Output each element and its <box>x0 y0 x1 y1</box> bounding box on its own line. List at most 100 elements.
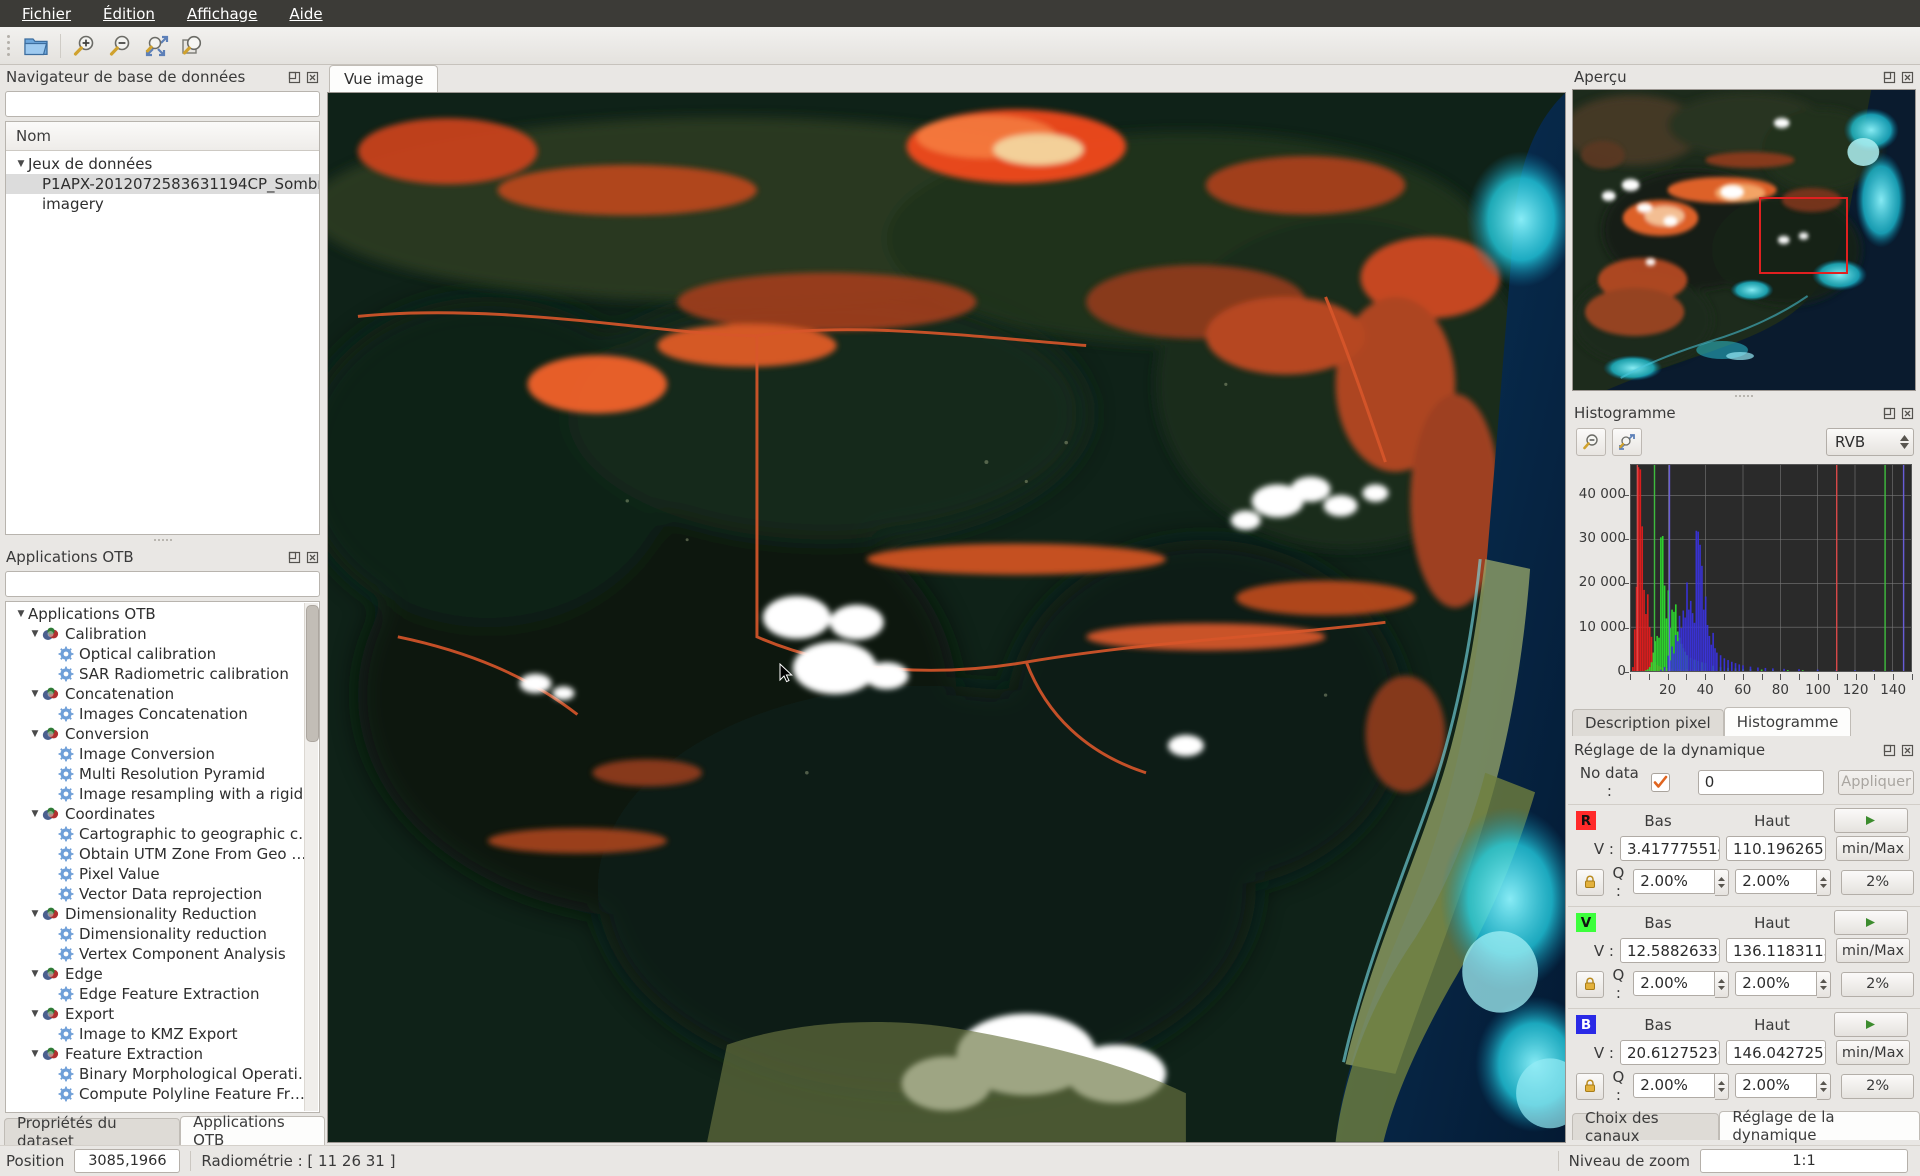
histogram-zoom-fit-icon[interactable] <box>1612 428 1642 456</box>
triangle-down-icon[interactable]: ▼ <box>28 684 42 704</box>
menu-edition[interactable]: Édition <box>87 2 171 26</box>
channel-low-quantile-spinner[interactable] <box>1715 1072 1730 1100</box>
channel-high-quantile-spinner[interactable] <box>1817 868 1832 896</box>
database-tree[interactable]: ▼ Jeux de données P1APX-2012072583631194CP… <box>6 151 319 214</box>
channel-low-quantile-spinner[interactable] <box>1715 970 1730 998</box>
channel-high-quantile-input[interactable]: 2.00% <box>1735 1072 1818 1098</box>
channel-low-value-input[interactable]: 3.4177755142 <box>1620 836 1720 861</box>
zoom-out-icon[interactable] <box>104 31 138 61</box>
no-data-value-input[interactable]: 0 <box>1697 769 1825 795</box>
tab-proprietes-dataset[interactable]: Propriétés du dataset <box>4 1114 181 1150</box>
otb-tree-item[interactable]: Dimensionality reduction <box>6 924 319 944</box>
right-splitter-handle[interactable] <box>1568 391 1920 401</box>
otb-tree-item[interactable]: ▼ Calibration <box>6 624 319 644</box>
triangle-down-icon[interactable]: ▼ <box>28 804 42 824</box>
db-tree-item[interactable]: P1APX-2012072583631194CP_Sombre <box>6 174 319 194</box>
close-icon[interactable] <box>1901 407 1914 420</box>
channel-high-quantile-input[interactable]: 2.00% <box>1735 868 1818 894</box>
zoom-level-value[interactable]: 1:1 <box>1700 1149 1908 1173</box>
otb-tree-item[interactable]: ▼ Concatenation <box>6 684 319 704</box>
channel-high-quantile-spinner[interactable] <box>1817 1072 1832 1100</box>
otb-tree-item[interactable]: Compute Polyline Feature Fr… <box>6 1084 319 1104</box>
zoom-in-icon[interactable] <box>68 31 102 61</box>
histogram-chart[interactable]: 0 10 000 20 000 30 000 40 000 20 40 60 80 100 120… <box>1574 460 1914 706</box>
otb-tree-item[interactable]: ▼ Conversion <box>6 724 319 744</box>
menu-affichage[interactable]: Affichage <box>171 2 273 26</box>
otb-tree-item[interactable]: Multi Resolution Pyramid <box>6 764 319 784</box>
tab-histogramme[interactable]: Histogramme <box>1723 707 1852 736</box>
apply-channel-button[interactable] <box>1834 808 1908 833</box>
channel-low-quantile-spinner[interactable] <box>1715 868 1730 896</box>
channel-high-value-input[interactable]: 110.19626517 <box>1726 836 1826 861</box>
otb-tree-item[interactable]: Optical calibration <box>6 644 319 664</box>
otb-tree-item[interactable]: SAR Radiometric calibration <box>6 664 319 684</box>
database-tree-column-header[interactable]: Nom <box>6 122 319 151</box>
database-search-input[interactable] <box>5 91 320 117</box>
otb-tree-scroll-thumb[interactable] <box>306 605 319 742</box>
preview-image[interactable] <box>1572 89 1916 391</box>
tab-applications-otb[interactable]: Applications OTB <box>180 1113 325 1149</box>
triangle-down-icon[interactable]: ▼ <box>28 1044 42 1064</box>
otb-tree-scrollbar[interactable] <box>304 603 319 1111</box>
menu-fichier[interactable]: Fichier <box>6 2 87 26</box>
undock-icon[interactable] <box>288 71 301 84</box>
percent-button[interactable]: 2% <box>1841 971 1914 997</box>
channel-high-value-input[interactable]: 136.11831154 <box>1726 938 1826 963</box>
channel-low-quantile-input[interactable]: 2.00% <box>1633 970 1716 996</box>
channel-low-value-input[interactable]: 20.612752360 <box>1620 1040 1720 1065</box>
percent-button[interactable]: 2% <box>1841 869 1914 895</box>
lock-icon[interactable] <box>1576 868 1604 896</box>
undock-icon[interactable] <box>288 551 301 564</box>
otb-tree-item[interactable]: Vertex Component Analysis <box>6 944 319 964</box>
otb-tree[interactable]: ▼ Applications OTB ▼ Calibration Optical cal… <box>6 602 319 1104</box>
satellite-image-canvas[interactable] <box>327 92 1566 1143</box>
otb-tree-item[interactable]: ▼ Coordinates <box>6 804 319 824</box>
otb-tree-item[interactable]: ▼ Feature Extraction <box>6 1044 319 1064</box>
triangle-down-icon[interactable]: ▼ <box>28 724 42 744</box>
triangle-down-icon[interactable]: ▼ <box>28 624 42 644</box>
zoom-layer-icon[interactable] <box>176 31 210 61</box>
lock-icon[interactable] <box>1576 1072 1604 1100</box>
db-tree-group[interactable]: ▼ Jeux de données <box>6 154 319 174</box>
channel-low-quantile-input[interactable]: 2.00% <box>1633 1072 1716 1098</box>
apply-button[interactable]: Appliquer <box>1838 769 1914 795</box>
otb-tree-item[interactable]: Image Conversion <box>6 744 319 764</box>
toolbar-grip[interactable] <box>4 35 13 57</box>
otb-tree-item[interactable]: ▼ Dimensionality Reduction <box>6 904 319 924</box>
otb-tree-item[interactable]: ▼ Edge <box>6 964 319 984</box>
otb-tree-item[interactable]: Pixel Value <box>6 864 319 884</box>
otb-tree-item[interactable]: Obtain UTM Zone From Geo … <box>6 844 319 864</box>
triangle-down-icon[interactable]: ▼ <box>28 904 42 924</box>
open-folder-icon[interactable] <box>19 31 53 61</box>
minmax-button[interactable]: min/Max <box>1836 1040 1910 1065</box>
tab-reglage-dynamique[interactable]: Réglage de la dynamique <box>1719 1108 1920 1144</box>
channel-high-quantile-input[interactable]: 2.00% <box>1735 970 1818 996</box>
histogram-channel-select[interactable]: RVB <box>1826 428 1914 456</box>
undock-icon[interactable] <box>1883 744 1896 757</box>
triangle-down-icon[interactable]: ▼ <box>28 964 42 984</box>
undock-icon[interactable] <box>1883 71 1896 84</box>
db-tree-item[interactable]: imagery <box>6 194 319 214</box>
percent-button[interactable]: 2% <box>1841 1073 1914 1099</box>
left-splitter-handle[interactable] <box>0 535 325 545</box>
otb-tree-item[interactable]: Image to KMZ Export <box>6 1024 319 1044</box>
tab-description-pixel[interactable]: Description pixel <box>1572 709 1724 736</box>
otb-tree-item[interactable]: ▼ Applications OTB <box>6 604 319 624</box>
otb-tree-item[interactable]: Vector Data reprojection <box>6 884 319 904</box>
minmax-button[interactable]: min/Max <box>1836 836 1910 861</box>
close-icon[interactable] <box>1901 744 1914 757</box>
apply-channel-button[interactable] <box>1834 1012 1908 1037</box>
otb-tree-item[interactable]: Image resampling with a rigid… <box>6 784 319 804</box>
apply-channel-button[interactable] <box>1834 910 1908 935</box>
minmax-button[interactable]: min/Max <box>1836 938 1910 963</box>
channel-low-quantile-input[interactable]: 2.00% <box>1633 868 1716 894</box>
position-value[interactable]: 3085,1966 <box>74 1149 181 1173</box>
tab-vue-image[interactable]: Vue image <box>329 65 439 93</box>
lock-icon[interactable] <box>1576 970 1604 998</box>
triangle-down-icon[interactable]: ▼ <box>14 154 28 174</box>
channel-high-quantile-spinner[interactable] <box>1817 970 1832 998</box>
menu-aide[interactable]: Aide <box>273 2 338 26</box>
triangle-down-icon[interactable]: ▼ <box>28 1004 42 1024</box>
otb-tree-item[interactable]: Binary Morphological Operati… <box>6 1064 319 1084</box>
close-icon[interactable] <box>306 71 319 84</box>
